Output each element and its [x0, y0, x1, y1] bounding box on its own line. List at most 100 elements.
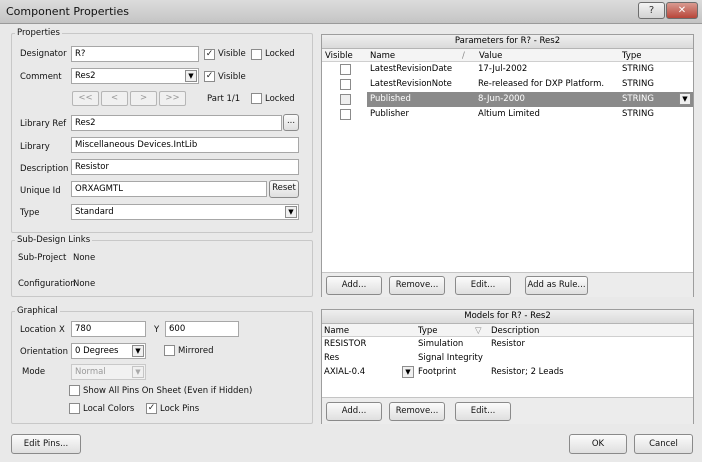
library-ref-browse-button[interactable]: ... [283, 114, 299, 131]
chevron-down-icon[interactable]: ▼ [285, 206, 297, 218]
chevron-down-icon[interactable]: ▼ [402, 366, 414, 378]
properties-group-label: Properties [15, 28, 62, 38]
column-name[interactable]: Name [370, 49, 395, 63]
table-row[interactable]: LatestRevisionNote Re-released for DXP P… [322, 77, 693, 92]
type-value: Standard [75, 207, 114, 217]
parameter-type: STRING [622, 64, 654, 74]
table-row[interactable]: AXIAL-0.4 ▼ Footprint Resistor; 2 Leads [322, 365, 693, 379]
comment-visible-checkbox[interactable]: ✓ [204, 71, 215, 82]
chevron-down-icon[interactable]: ▼ [185, 70, 197, 82]
column-model-type[interactable]: Type [418, 324, 438, 338]
table-row[interactable]: RESISTOR Simulation Resistor [322, 337, 693, 351]
checkmark-icon: ✓ [205, 49, 214, 59]
column-model-description[interactable]: Description [491, 324, 539, 338]
ok-button[interactable]: OK [569, 434, 627, 454]
parameter-type: STRING [622, 109, 654, 119]
next-part-button[interactable]: > [130, 91, 157, 106]
table-row[interactable]: Publisher Altium Limited STRING [322, 107, 693, 122]
library-input[interactable]: Miscellaneous Devices.IntLib [71, 137, 299, 153]
parameter-name: LatestRevisionNote [370, 79, 452, 89]
description-label: Description [20, 164, 69, 174]
reset-button[interactable]: Reset [269, 180, 299, 198]
model-name: RESISTOR [324, 339, 367, 349]
first-part-button[interactable]: << [72, 91, 99, 106]
edit-model-button[interactable]: Edit... [455, 402, 511, 421]
designator-locked-label: Locked [265, 49, 295, 59]
close-button[interactable]: ✕ [666, 2, 698, 19]
lock-pins-checkbox[interactable]: ✓ [146, 403, 157, 414]
help-button[interactable]: ? [638, 2, 665, 19]
designator-locked-checkbox[interactable] [251, 49, 262, 60]
local-colors-checkbox[interactable] [69, 403, 80, 414]
designator-visible-label: Visible [218, 49, 246, 59]
table-row[interactable]: Res Signal Integrity [322, 351, 693, 365]
previous-part-button[interactable]: < [101, 91, 128, 106]
chevron-down-icon[interactable]: ▼ [679, 93, 691, 105]
column-model-name[interactable]: Name [324, 324, 349, 338]
chevron-down-icon[interactable]: ▼ [132, 345, 144, 357]
column-visible[interactable]: Visible [325, 49, 353, 63]
help-icon: ? [648, 5, 655, 16]
type-select[interactable]: Standard ▼ [71, 204, 299, 220]
location-y-input[interactable]: 600 [165, 321, 239, 337]
parameter-name: Published [370, 94, 411, 104]
table-row-selected[interactable]: Published 8-Jun-2000 STRING ▼ [322, 92, 693, 107]
lock-pins-label: Lock Pins [160, 404, 200, 414]
last-part-button[interactable]: >> [159, 91, 186, 106]
show-all-pins-checkbox[interactable] [69, 385, 80, 396]
remove-parameter-button[interactable]: Remove... [389, 276, 445, 295]
model-type: Footprint [418, 367, 457, 377]
library-ref-label: Library Ref [20, 119, 67, 129]
parameter-value: Re-released for DXP Platform. [478, 79, 605, 89]
add-parameter-button[interactable]: Add... [326, 276, 382, 295]
parameter-visible-checkbox[interactable] [340, 79, 351, 90]
location-x-input[interactable]: 780 [71, 321, 146, 337]
parameter-name: Publisher [370, 109, 410, 119]
mode-value: Normal [75, 367, 106, 377]
orientation-select[interactable]: 0 Degrees ▼ [71, 343, 146, 359]
remove-model-button[interactable]: Remove... [389, 402, 445, 421]
properties-group [11, 33, 313, 233]
designator-label: Designator [20, 49, 67, 59]
description-input[interactable]: Resistor [71, 159, 299, 175]
mode-select[interactable]: Normal ▼ [71, 364, 146, 380]
orientation-label: Orientation [20, 347, 68, 357]
designator-visible-checkbox[interactable]: ✓ [204, 49, 215, 60]
models-header: Models for R? - Res2 [322, 310, 693, 324]
sub-project-label: Sub-Project [18, 253, 67, 263]
comment-select[interactable]: Res2 ▼ [71, 68, 199, 84]
edit-parameter-button[interactable]: Edit... [455, 276, 511, 295]
column-value[interactable]: Value [479, 49, 502, 63]
add-as-rule-button[interactable]: Add as Rule... [525, 276, 588, 295]
close-icon: ✕ [677, 5, 687, 16]
parameter-visible-checkbox[interactable] [340, 109, 351, 120]
edit-pins-button[interactable]: Edit Pins... [11, 434, 81, 454]
column-type[interactable]: Type [622, 49, 642, 63]
library-ref-input[interactable]: Res2 [71, 115, 282, 131]
table-row[interactable]: LatestRevisionDate 17-Jul-2002 STRING [322, 62, 693, 77]
model-description: Resistor; 2 Leads [491, 367, 564, 377]
model-name: Res [324, 353, 340, 363]
unique-id-label: Unique Id [20, 186, 61, 196]
comment-visible-label: Visible [218, 72, 246, 82]
show-all-pins-label: Show All Pins On Sheet (Even if Hidden) [83, 386, 253, 396]
cancel-button[interactable]: Cancel [634, 434, 693, 454]
sort-icon: / [462, 51, 465, 61]
chevron-down-icon[interactable]: ▼ [132, 366, 144, 378]
mirrored-checkbox[interactable] [164, 345, 175, 356]
checkmark-icon: ✓ [147, 403, 156, 413]
parameters-header: Parameters for R? - Res2 [322, 35, 693, 49]
add-model-button[interactable]: Add... [326, 402, 382, 421]
designator-input[interactable]: R? [71, 46, 199, 62]
configuration-value: None [73, 279, 96, 289]
sub-design-links-group-label: Sub-Design Links [15, 235, 93, 245]
model-type: Simulation [418, 339, 464, 349]
part-locked-checkbox[interactable] [251, 93, 262, 104]
location-y-label: Y [154, 325, 160, 335]
mode-label: Mode [22, 367, 46, 377]
parameter-visible-checkbox[interactable] [340, 64, 351, 75]
mirrored-label: Mirrored [178, 346, 214, 356]
unique-id-input[interactable]: ORXAGMTL [71, 181, 267, 197]
parameters-panel: Parameters for R? - Res2 Visible Name / … [321, 34, 694, 297]
parameter-visible-checkbox[interactable] [340, 94, 351, 105]
